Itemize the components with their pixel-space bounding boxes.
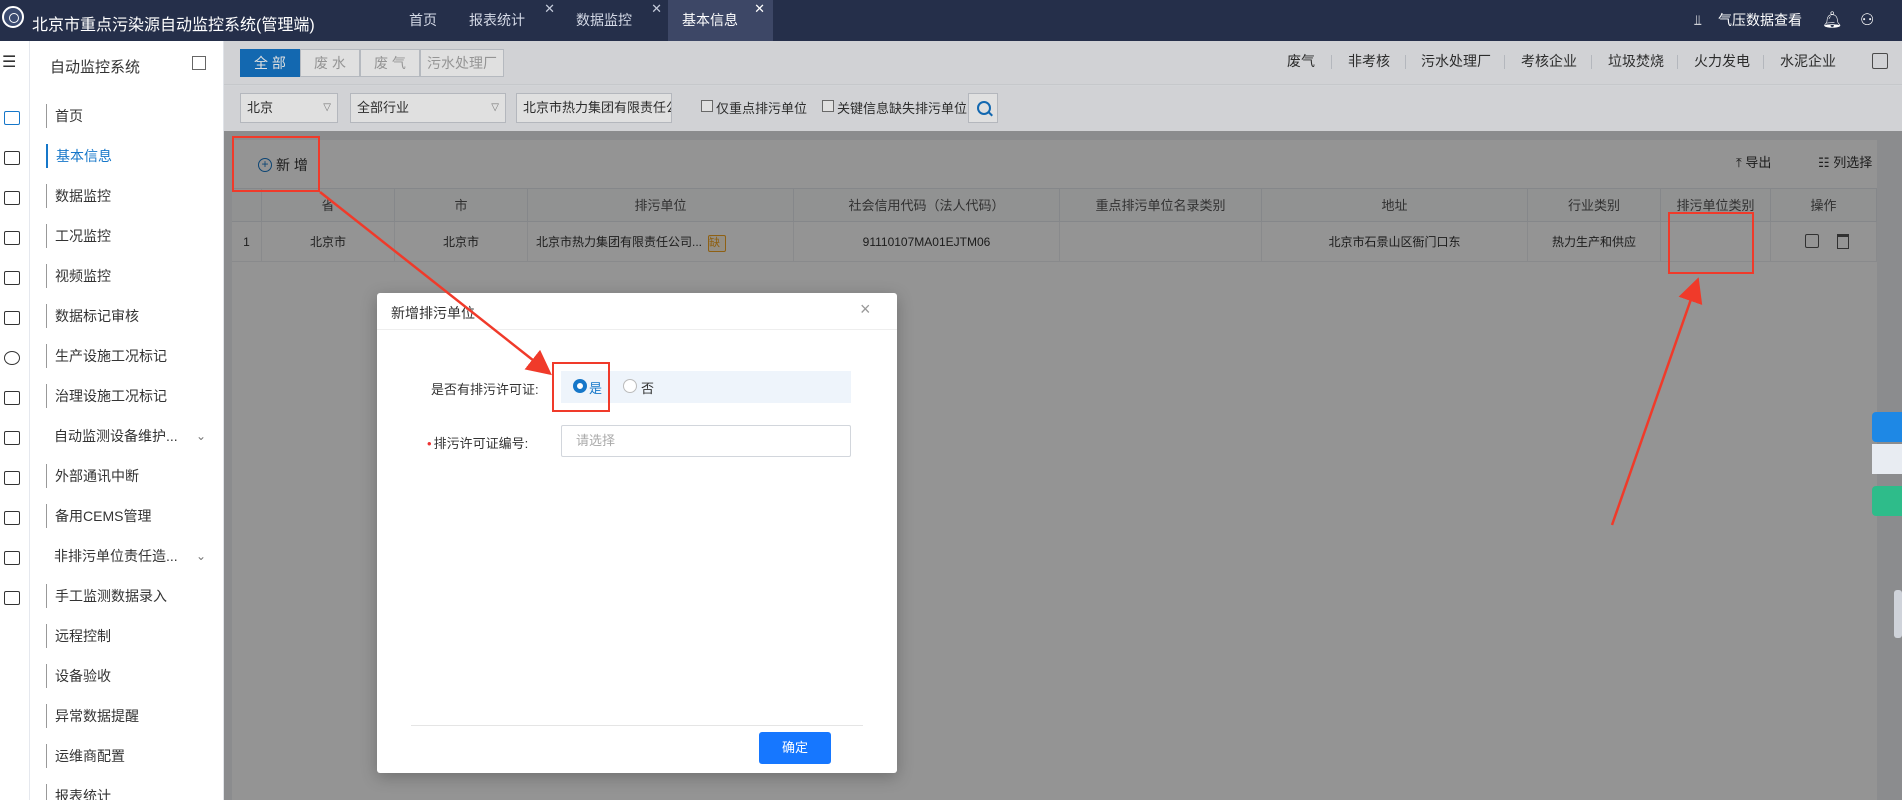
annotation-arrows <box>319 191 1703 526</box>
annotation-arrow <box>1610 277 1703 526</box>
annotation-arrow <box>319 191 552 376</box>
